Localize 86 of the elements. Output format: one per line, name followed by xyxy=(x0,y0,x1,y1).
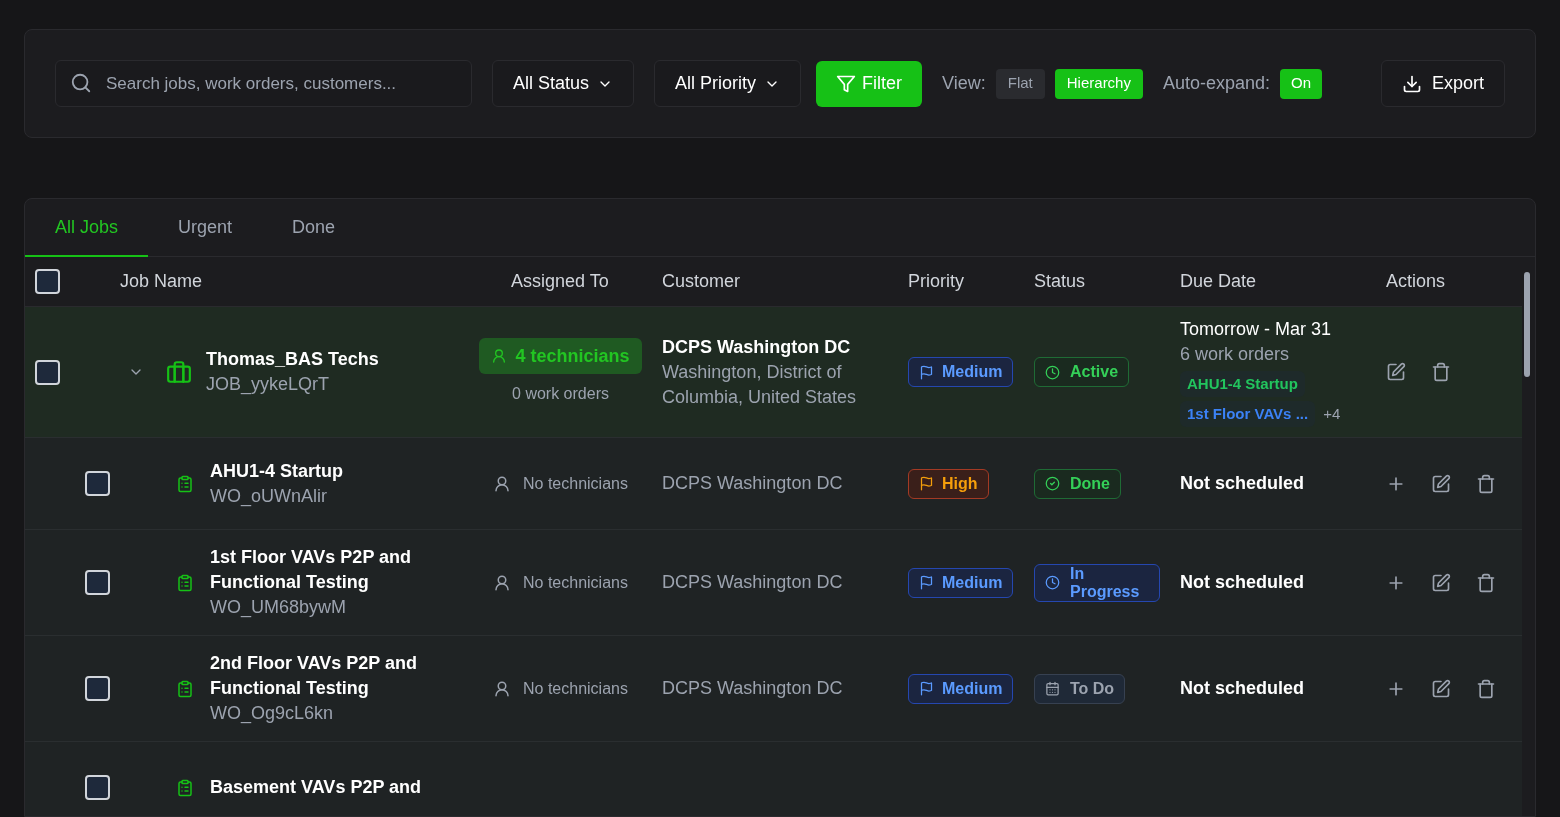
filter-icon xyxy=(836,73,857,94)
job-code: WO_UM68bywM xyxy=(210,596,348,620)
tab[interactable]: All Jobs xyxy=(25,199,149,257)
calendar-icon xyxy=(1045,681,1060,696)
clipboard-icon xyxy=(176,679,194,698)
status-badge: To Do xyxy=(1034,673,1126,704)
user-icon xyxy=(493,573,511,592)
column-header: Due Date xyxy=(1180,271,1257,291)
due-date: Not scheduled xyxy=(1180,571,1305,594)
priority-badge: Medium xyxy=(908,673,1014,704)
clipboard-icon xyxy=(176,474,194,493)
job-name: Thomas_BAS Techs xyxy=(206,348,380,371)
checkbox[interactable] xyxy=(85,676,110,701)
flag-icon xyxy=(919,681,934,696)
user-icon xyxy=(493,679,511,698)
status-badge: Active xyxy=(1034,357,1130,387)
search-icon xyxy=(70,72,92,94)
work-order-tag: AHU1-4 Startup xyxy=(1180,371,1305,397)
technicians-text: No technicians xyxy=(523,572,628,593)
work-order-tag: 1st Floor VAVs ... xyxy=(1180,401,1316,427)
job-name: Basement VAVs P2P and xyxy=(210,776,423,799)
customer-address: Washington, District of Columbia, United States xyxy=(662,360,858,409)
delete-icon[interactable] xyxy=(1476,678,1496,699)
job-name: 2nd Floor VAVs P2P and Functional Testing xyxy=(210,652,419,700)
customer-name: DCPS Washington DC xyxy=(662,571,844,594)
priority-badge: High xyxy=(908,468,989,499)
column-header: Status xyxy=(1034,271,1086,291)
checkbox[interactable] xyxy=(35,269,60,294)
column-header: Job Name xyxy=(120,271,203,291)
delete-icon[interactable] xyxy=(1476,473,1496,494)
clock-icon xyxy=(1045,364,1060,380)
customer-name: DCPS Washington DC xyxy=(662,335,852,359)
flag-icon xyxy=(919,476,934,491)
priority-badge: Medium xyxy=(908,357,1014,387)
auto-expand-label: Auto-expand: xyxy=(1162,72,1271,95)
customer-name: DCPS Washington DC xyxy=(662,472,844,495)
checkbox[interactable] xyxy=(85,775,110,800)
job-code: JOB_yykeLQrT xyxy=(206,373,331,397)
job-code: WO_Og9cL6kn xyxy=(210,702,335,726)
delete-icon[interactable] xyxy=(1431,362,1451,382)
edit-icon[interactable] xyxy=(1386,362,1406,382)
due-date: Not scheduled xyxy=(1180,677,1305,700)
filter-dropdown[interactable]: All Priority xyxy=(654,60,802,107)
edit-icon[interactable] xyxy=(1431,678,1451,699)
priority-badge: Medium xyxy=(908,567,1014,598)
clipboard-icon xyxy=(176,778,194,797)
job-name: 1st Floor VAVs P2P and Functional Testing xyxy=(210,546,413,594)
user-icon xyxy=(493,474,511,493)
work-order-count: 0 work orders xyxy=(512,384,609,404)
checkbox[interactable] xyxy=(35,359,60,385)
user-icon xyxy=(491,348,508,364)
tab[interactable]: Urgent xyxy=(148,199,263,257)
technicians-text: No technicians xyxy=(523,473,628,494)
column-header: Priority xyxy=(908,271,964,291)
edit-icon[interactable] xyxy=(1431,572,1451,593)
technicians-badge: 4 technicians xyxy=(479,338,642,374)
due-date: Not scheduled xyxy=(1180,472,1305,495)
checkbox[interactable] xyxy=(85,471,110,496)
column-header: Actions xyxy=(1386,271,1446,291)
clock-icon xyxy=(1045,575,1060,590)
technicians-text: No technicians xyxy=(523,678,628,699)
briefcase-icon xyxy=(166,359,192,385)
view-toggle[interactable]: Flat xyxy=(995,68,1045,99)
due-date: Tomorrow - Mar 31 xyxy=(1180,318,1333,341)
delete-icon[interactable] xyxy=(1476,572,1496,593)
download-icon xyxy=(1401,73,1422,94)
column-header: Assigned To xyxy=(511,271,609,291)
more-count: +4 xyxy=(1323,403,1341,424)
work-order-count: 6 work orders xyxy=(1180,343,1291,366)
status-badge: Done xyxy=(1034,468,1121,499)
view-label: View: xyxy=(942,72,986,95)
check-circle-icon xyxy=(1045,476,1060,491)
job-code: WO_oUWnAlir xyxy=(210,484,328,509)
export-button[interactable]: Export xyxy=(1380,60,1505,107)
customer-name: DCPS Washington DC xyxy=(662,677,844,700)
edit-icon[interactable] xyxy=(1431,473,1451,494)
tab[interactable]: Done xyxy=(262,199,366,257)
clipboard-icon xyxy=(176,573,194,592)
column-header: Customer xyxy=(662,271,741,291)
job-name: AHU1-4 Startup xyxy=(210,459,344,483)
checkbox[interactable] xyxy=(85,570,110,595)
filter-dropdown[interactable]: All Status xyxy=(492,60,635,107)
status-badge: In Progress xyxy=(1034,563,1160,602)
flag-icon xyxy=(919,364,934,380)
search-field[interactable]: Search jobs, work orders, customers... xyxy=(55,60,472,107)
flag-icon xyxy=(919,575,934,590)
